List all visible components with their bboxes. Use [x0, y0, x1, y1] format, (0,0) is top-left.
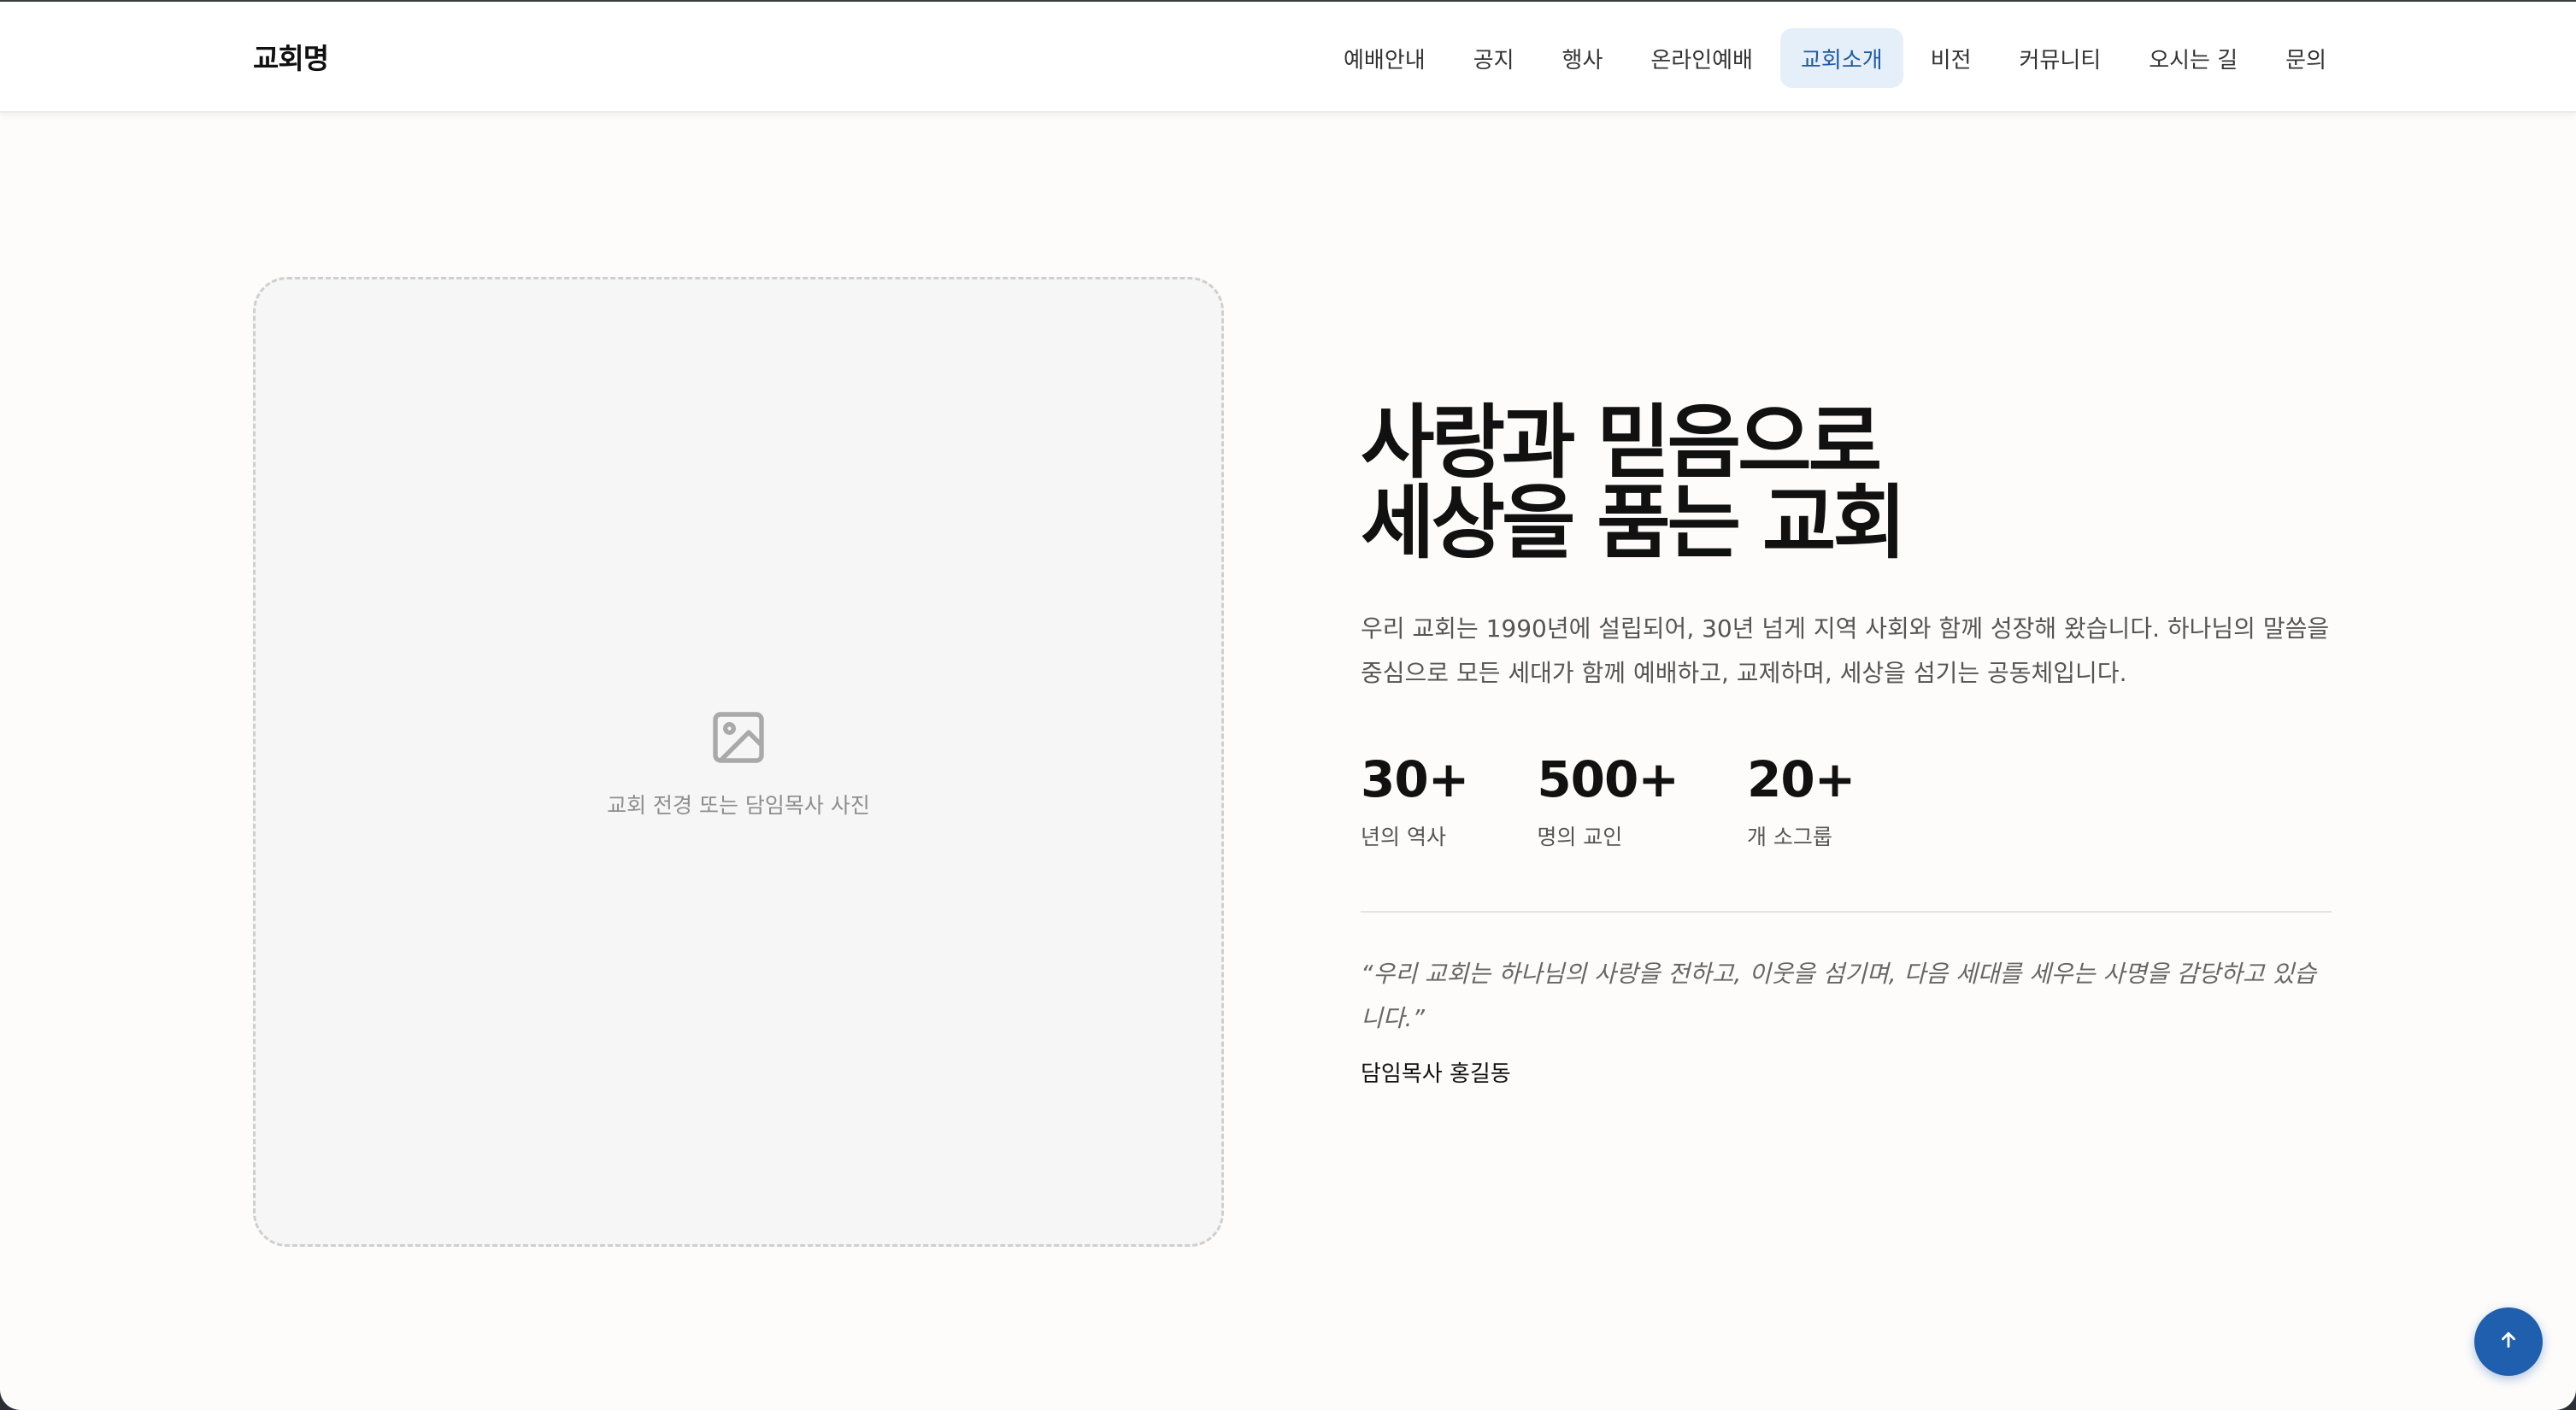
photo-placeholder: 교회 전경 또는 담임목사 사진 — [253, 277, 1224, 1247]
site-logo[interactable]: 교회명 — [253, 36, 329, 77]
nav-item-notice[interactable]: 공지 — [1453, 28, 1535, 88]
headline-line-2: 세상을 품는 교회 — [1361, 477, 1907, 570]
stat-label: 개 소그룹 — [1746, 825, 1832, 849]
stat-small-groups: 20+ 개 소그룹 — [1746, 750, 1856, 851]
arrow-up-icon — [2497, 1329, 2520, 1354]
nav-item-vision[interactable]: 비전 — [1910, 28, 1992, 88]
main-nav: 예배안내 공지 행사 온라인예배 교회소개 비전 커뮤니티 오시는 길 문의 — [1323, 27, 2347, 89]
photo-caption: 교회 전경 또는 담임목사 사진 — [607, 793, 870, 818]
nav-item-events[interactable]: 행사 — [1542, 28, 1624, 88]
photo-placeholder-content: 교회 전경 또는 담임목사 사진 — [256, 707, 1221, 820]
scroll-to-top-button[interactable] — [2474, 1307, 2543, 1376]
page-frame: 교회명 예배안내 공지 행사 온라인예배 교회소개 비전 커뮤니티 오시는 길 … — [0, 0, 2576, 1410]
stat-value: 20+ — [1746, 750, 1856, 808]
nav-item-online-worship[interactable]: 온라인예배 — [1630, 28, 1773, 88]
headline-line-1: 사랑과 믿음으로 — [1361, 397, 1882, 490]
stat-label: 년의 역사 — [1361, 825, 1446, 849]
about-section: 사랑과 믿음으로 세상을 품는 교회 우리 교회는 1990년에 설립되어, 3… — [1361, 403, 2332, 1088]
stats-row: 30+ 년의 역사 500+ 명의 교인 20+ 개 소그룹 — [1361, 754, 2332, 851]
nav-item-worship[interactable]: 예배안내 — [1323, 28, 1446, 88]
site-header: 교회명 예배안내 공지 행사 온라인예배 교회소개 비전 커뮤니티 오시는 길 … — [0, 2, 2576, 113]
nav-item-community[interactable]: 커뮤니티 — [1999, 28, 2122, 88]
stat-members: 500+ 명의 교인 — [1537, 754, 1679, 851]
nav-item-contact[interactable]: 문의 — [2265, 28, 2347, 88]
stat-label: 명의 교인 — [1537, 825, 1623, 849]
quote-author: 담임목사 홍길동 — [1361, 1061, 1511, 1087]
stat-value: 500+ — [1537, 750, 1679, 808]
image-icon — [708, 707, 769, 772]
page-title: 사랑과 믿음으로 세상을 품는 교회 — [1361, 403, 2332, 564]
nav-item-directions[interactable]: 오시는 길 — [2128, 28, 2258, 88]
about-description: 우리 교회는 1990년에 설립되어, 30년 넘게 지역 사회와 함께 성장해… — [1361, 614, 2330, 687]
stat-history: 30+ 년의 역사 — [1361, 750, 1469, 851]
stat-value: 30+ — [1361, 750, 1469, 808]
section-divider — [1361, 911, 2332, 913]
nav-item-about[interactable]: 교회소개 — [1779, 28, 1903, 88]
pastor-quote: “우리 교회는 하나님의 사랑을 전하고, 이웃을 섬기며, 다음 세대를 세우… — [1361, 960, 2316, 1032]
